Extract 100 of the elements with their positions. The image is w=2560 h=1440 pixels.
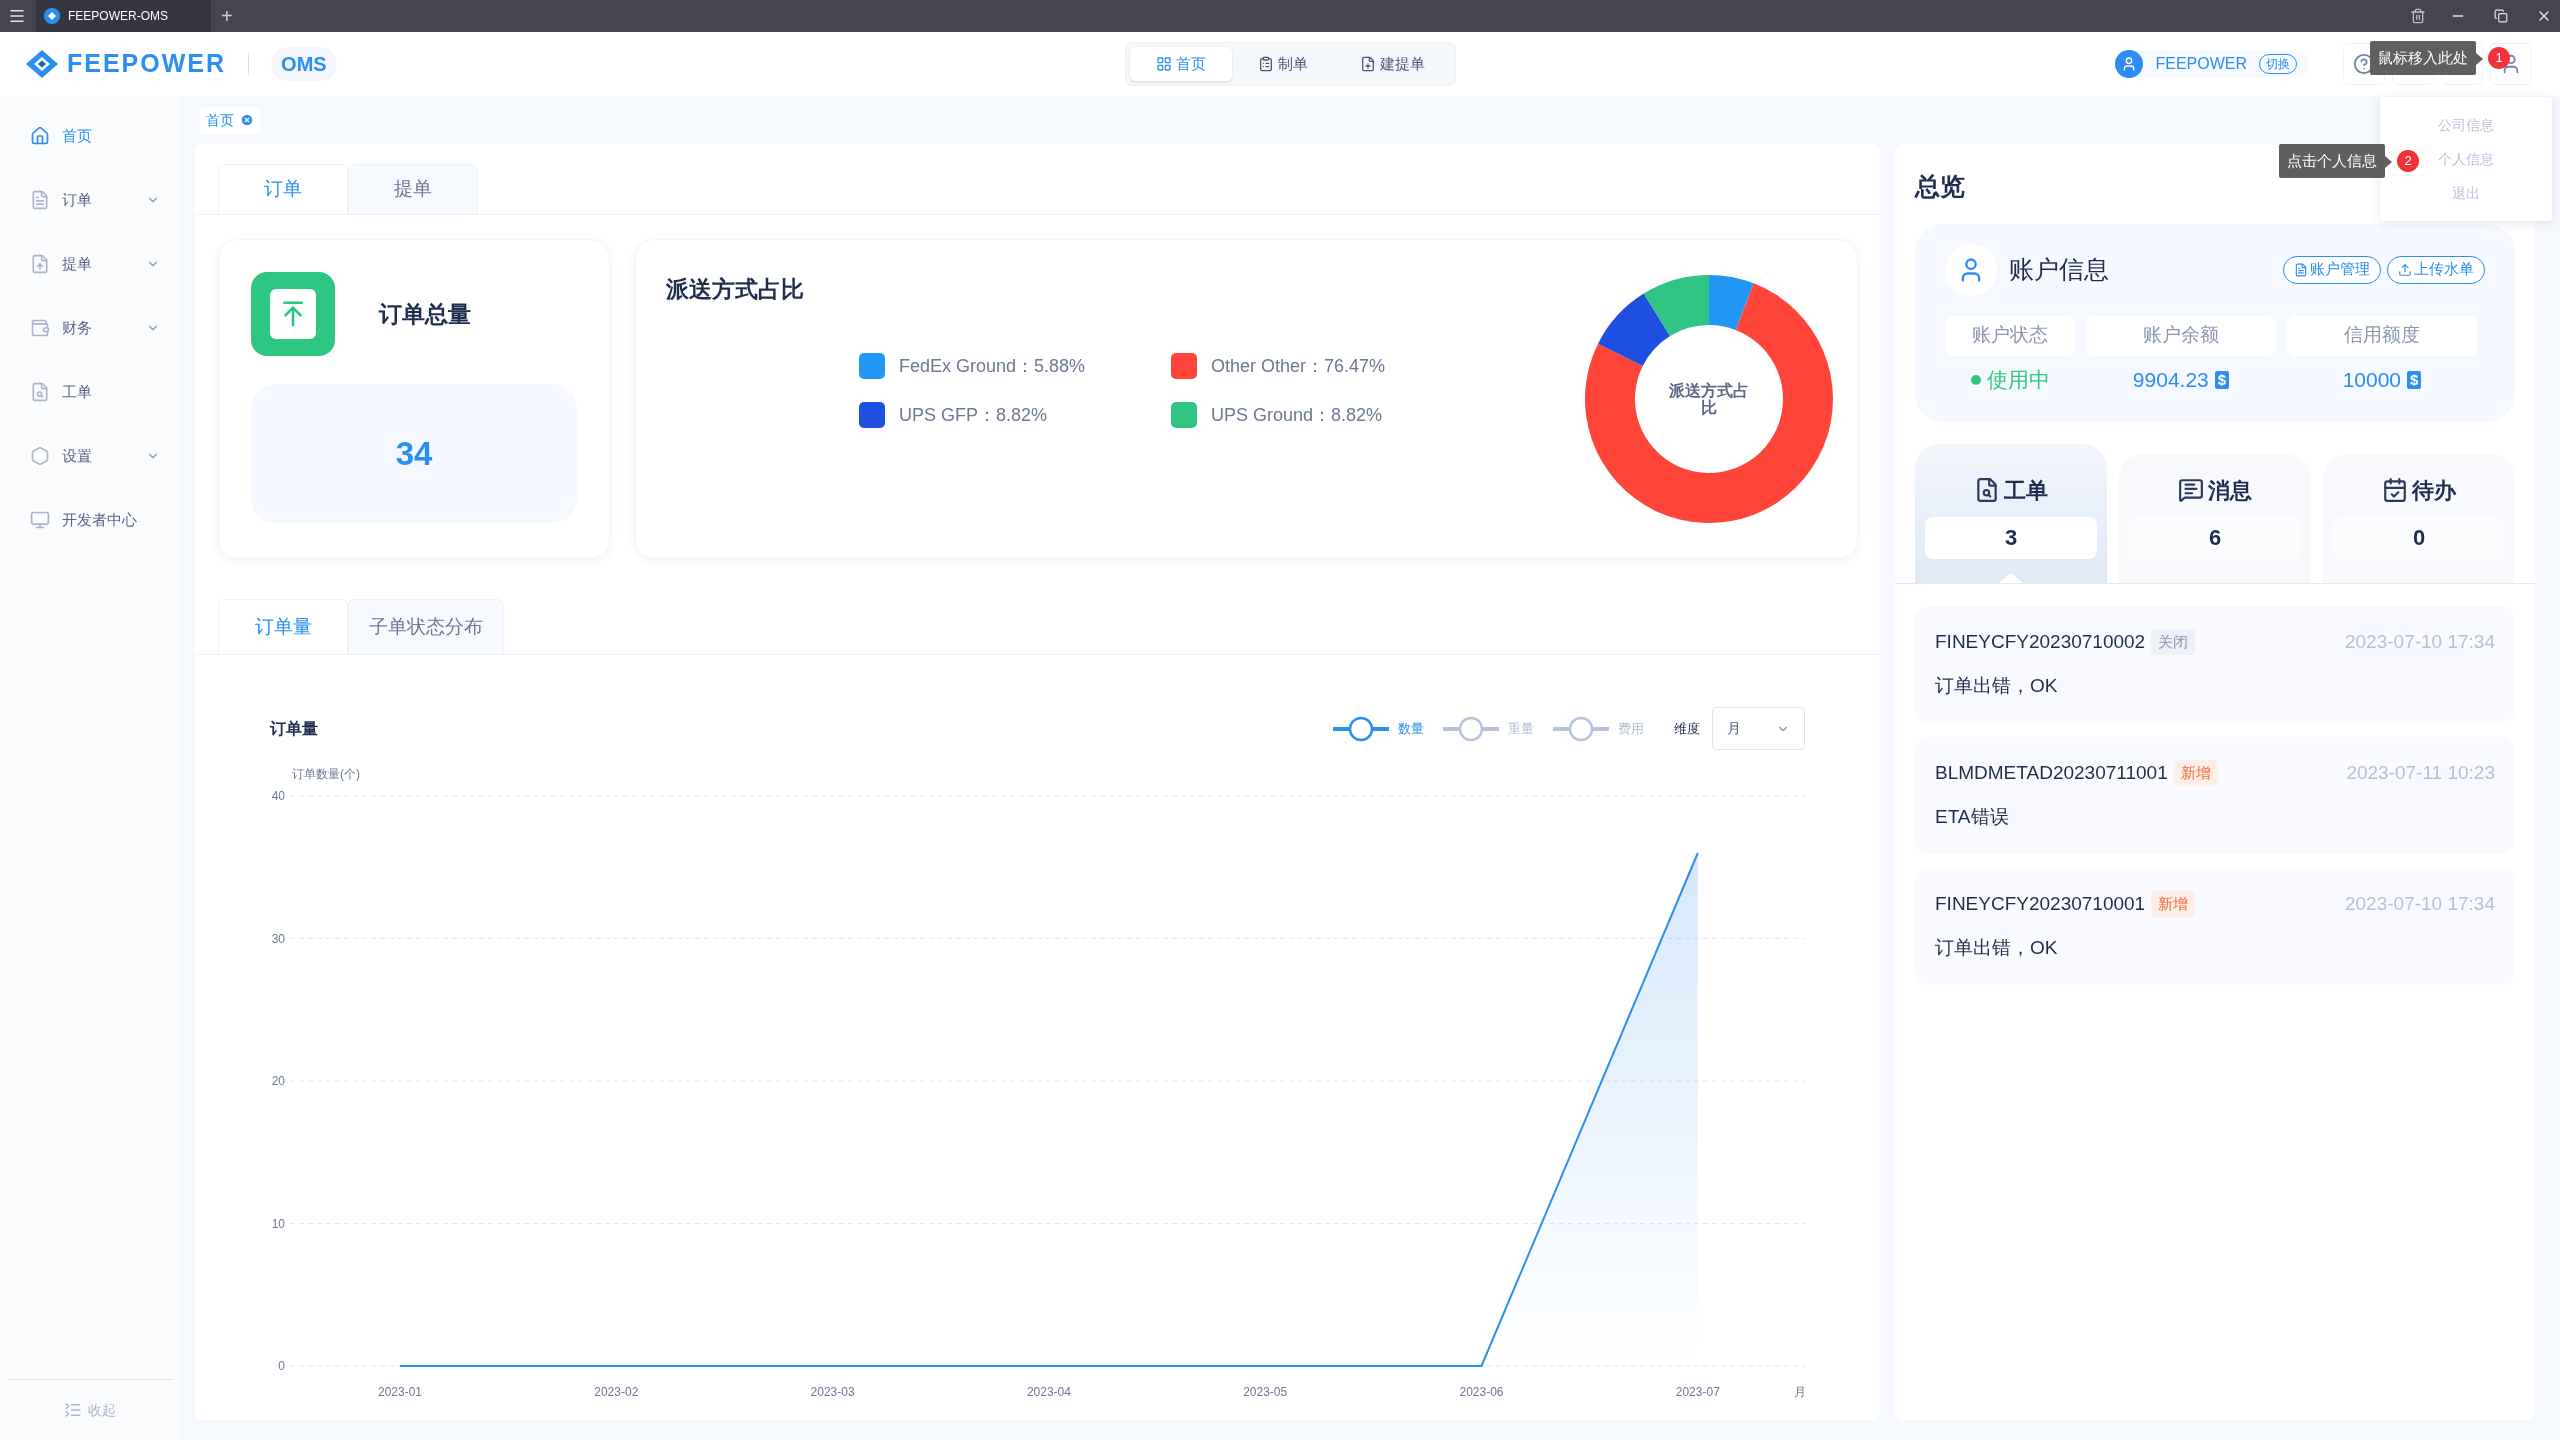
ticket-text: 订单出错，OK	[1935, 936, 2059, 960]
donut-center-label: 派送方式占比	[1668, 382, 1750, 416]
series-toggle[interactable]: 数量	[1332, 715, 1424, 742]
account-switcher[interactable]: FEEPOWER 切换	[2115, 50, 2309, 78]
calendar-check-icon	[2382, 477, 2408, 503]
trash-icon[interactable]	[2410, 8, 2426, 24]
hexagon-icon	[30, 446, 50, 466]
file-plus-icon	[1360, 56, 1376, 72]
account-action-button[interactable]: 账户管理	[2283, 255, 2381, 284]
stat-label: 待办	[2412, 476, 2456, 505]
legend-label: UPS GFP：8.82%	[899, 403, 1048, 427]
x-tick-label: 2023-03	[810, 1385, 855, 1399]
legend-label: FedEx Ground：5.88%	[899, 354, 1086, 378]
x-tick-label: 2023-01	[378, 1385, 422, 1399]
field-value: 使用中	[1986, 366, 2050, 393]
sidebar-item[interactable]: 开发者中心	[0, 488, 180, 552]
stat-tab[interactable]: 消息 6	[2119, 453, 2311, 583]
field-value: 10000	[2342, 366, 2402, 393]
y-tick-label: 20	[271, 1074, 285, 1088]
sidebar-item[interactable]: 首页	[0, 104, 180, 168]
ticket-time: 2023-07-10 17:34	[2345, 891, 2495, 916]
home-icon	[30, 126, 50, 146]
status-tag: 关闭	[2151, 628, 2196, 655]
close-icon[interactable]	[240, 113, 254, 127]
ticket-card[interactable]: FINEYCFY20230710001 新增 2023-07-10 17:34 订单出错，OK	[1915, 867, 2515, 985]
legend-label: Other Other：76.47%	[1211, 354, 1386, 378]
clipboard-icon	[1258, 56, 1274, 72]
x-tick-label: 2023-05	[1243, 1385, 1288, 1399]
order-upload-icon	[251, 272, 335, 356]
x-tick-label: 2023-07	[1675, 1385, 1720, 1399]
tab[interactable]: 订单量	[218, 599, 348, 654]
stat-tab[interactable]: 待办 0	[2323, 453, 2515, 583]
sidebar-item[interactable]: 财务	[0, 296, 180, 360]
ticket-time: 2023-07-10 17:34	[2345, 629, 2495, 654]
logo-icon	[25, 49, 59, 79]
x-tick-label: 2023-04	[1026, 1385, 1071, 1399]
y-tick-label: 40	[271, 789, 285, 803]
sidebar-item[interactable]: 工单	[0, 360, 180, 424]
currency-badge: $	[2214, 370, 2230, 389]
field-label: 账户状态	[1945, 315, 2075, 356]
wallet-icon	[30, 318, 50, 338]
currency-badge: $	[2407, 370, 2422, 389]
grid-icon	[1156, 56, 1172, 72]
nav-tab[interactable]: 制单	[1232, 47, 1334, 81]
tab[interactable]: 提单	[348, 164, 478, 214]
sidebar-item[interactable]: 设置	[0, 424, 180, 488]
browser-tab[interactable]: FEEPOWER-OMS	[36, 0, 211, 32]
upload-icon	[2398, 262, 2412, 277]
y-tick-label: 30	[271, 931, 285, 946]
document-icon	[30, 190, 50, 210]
y-tick-label: 10	[271, 1216, 285, 1231]
document-upload-icon	[30, 254, 50, 274]
panel-title: 总览	[1915, 171, 1965, 202]
menu-icon[interactable]	[8, 7, 26, 25]
x-axis-title: 月	[1794, 1385, 1806, 1399]
document-icon	[1974, 477, 2000, 503]
field-label: 信用额度	[2287, 315, 2477, 356]
nav-tab[interactable]: 建提单	[1334, 47, 1451, 81]
stat-label: 消息	[2208, 476, 2252, 505]
sidebar-item[interactable]: 提单	[0, 232, 180, 296]
account-action-button[interactable]: 上传水单	[2387, 255, 2485, 284]
stat-value: 3	[1925, 516, 2097, 559]
new-tab-button[interactable]: +	[221, 6, 233, 26]
stat-value: 6	[2129, 516, 2301, 559]
ticket-text: 订单出错，OK	[1935, 674, 2059, 698]
ticket-card[interactable]: FINEYCFY20230710002 关闭 2023-07-10 17:34 订单出错，OK	[1915, 605, 2515, 723]
account-name: FEEPOWER	[2155, 54, 2247, 74]
field-value: 9904.23	[2132, 366, 2209, 393]
document-icon	[2294, 262, 2308, 277]
ticket-time: 2023-07-11 10:23	[2346, 760, 2495, 785]
document-search-icon	[30, 382, 50, 402]
card-title: 订单总量	[379, 299, 471, 329]
stat-label: 工单	[2004, 476, 2048, 505]
restore-icon[interactable]	[2494, 9, 2508, 23]
tab[interactable]: 子单状态分布	[348, 599, 504, 654]
ticket-id: FINEYCFY20230710001	[1935, 891, 2146, 916]
nav-tab[interactable]: 首页	[1130, 47, 1232, 81]
sidebar-item[interactable]: 订单	[0, 168, 180, 232]
page-tag[interactable]: 首页	[200, 106, 260, 134]
field-label: 账户余额	[2086, 315, 2276, 356]
stat-tab[interactable]: 工单 3	[1915, 443, 2107, 583]
status-tag: 新增	[2151, 890, 2196, 917]
y-axis-title: 订单数量(个)	[292, 767, 360, 781]
avatar-icon	[2115, 50, 2144, 78]
ticket-id: FINEYCFY20230710002	[1935, 629, 2146, 654]
account-title: 账户信息	[2009, 253, 2109, 285]
status-tag: 新增	[2173, 759, 2218, 786]
ticket-card[interactable]: BLMDMETAD20230711001 新增 2023-07-11 10:23 ETA错误	[1915, 736, 2515, 854]
total-value-box: 34	[251, 384, 577, 523]
card-title: 派送方式占比	[666, 275, 805, 304]
logo-text: FEEPOWER	[67, 48, 227, 80]
stat-value: 0	[2333, 516, 2505, 559]
message-icon	[2178, 477, 2204, 503]
logo-icon	[44, 8, 60, 24]
tab[interactable]: 订单	[218, 164, 348, 214]
product-label: OMS	[271, 47, 337, 81]
y-tick-label: 0	[278, 1359, 285, 1373]
collapse-icon	[64, 1401, 82, 1419]
dimension-select[interactable]: 月	[1712, 707, 1805, 750]
x-tick-label: 2023-02	[594, 1385, 639, 1399]
